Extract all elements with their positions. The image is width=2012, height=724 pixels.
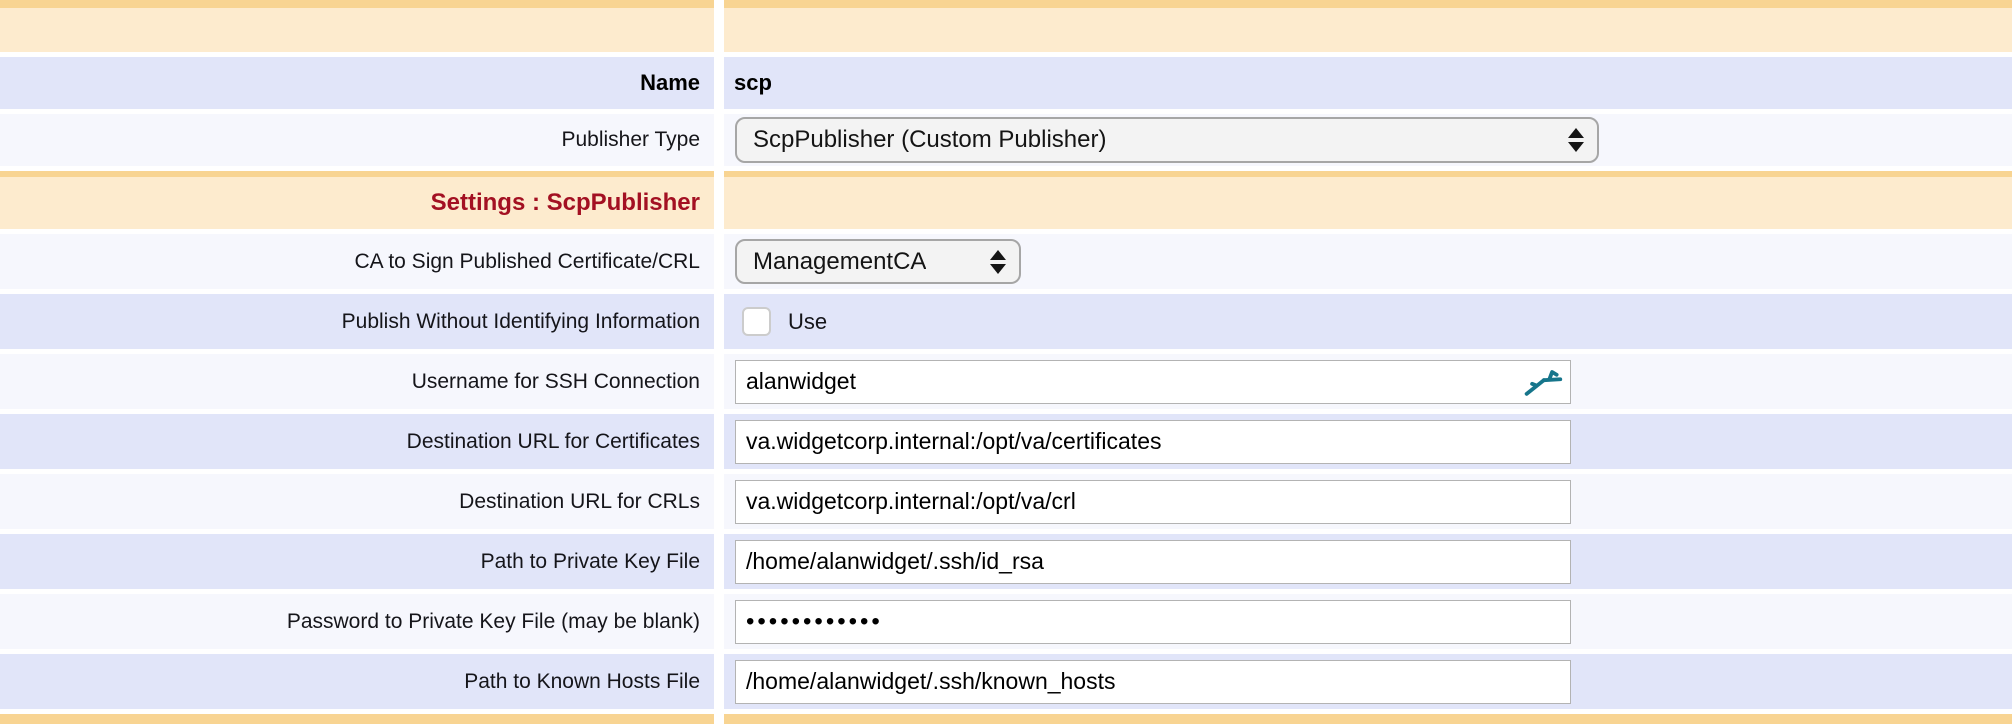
chevron-down-icon bbox=[1568, 142, 1584, 152]
next-section-edge-right bbox=[724, 714, 2012, 724]
dest-certs-value-cell bbox=[724, 414, 2012, 469]
known-hosts-path-label: Path to Known Hosts File bbox=[464, 670, 700, 694]
dest-certs-input[interactable] bbox=[735, 420, 1571, 464]
anonymous-publish-label-cell: Publish Without Identifying Information bbox=[0, 294, 714, 349]
publisher-type-value-cell: ScpPublisher (Custom Publisher) bbox=[724, 114, 2012, 166]
select-arrows-icon bbox=[990, 250, 1006, 274]
chevron-down-icon bbox=[990, 264, 1006, 274]
next-section-edge-left bbox=[0, 714, 714, 724]
private-key-password-input-wrap bbox=[735, 600, 1571, 644]
ca-label: CA to Sign Published Certificate/CRL bbox=[354, 250, 700, 274]
select-arrows-icon bbox=[1568, 128, 1584, 152]
dest-certs-label: Destination URL for Certificates bbox=[407, 430, 700, 454]
private-key-path-label-cell: Path to Private Key File bbox=[0, 534, 714, 589]
use-checkbox[interactable] bbox=[742, 307, 771, 336]
dest-crls-value-cell bbox=[724, 474, 2012, 529]
ssh-username-input[interactable] bbox=[735, 360, 1571, 404]
publisher-edit-form: Name scp Publisher Type ScpPublisher (Cu… bbox=[0, 0, 2012, 724]
dest-certs-label-cell: Destination URL for Certificates bbox=[0, 414, 714, 469]
name-value-cell: scp bbox=[724, 57, 2012, 109]
settings-heading-spacer bbox=[724, 171, 2012, 229]
dest-crls-input-wrap bbox=[735, 480, 1571, 524]
anonymous-publish-label: Publish Without Identifying Information bbox=[342, 310, 700, 334]
chevron-up-icon bbox=[1568, 128, 1584, 138]
dest-crls-label: Destination URL for CRLs bbox=[459, 490, 700, 514]
name-label: Name bbox=[640, 70, 700, 96]
ssh-username-value-cell bbox=[724, 354, 2012, 409]
dest-crls-label-cell: Destination URL for CRLs bbox=[0, 474, 714, 529]
ca-selected-option: ManagementCA bbox=[753, 248, 926, 276]
dashlane-autofill-icon[interactable] bbox=[1523, 366, 1563, 398]
publisher-type-label-cell: Publisher Type bbox=[0, 114, 714, 166]
known-hosts-path-input-wrap bbox=[735, 660, 1571, 704]
known-hosts-path-label-cell: Path to Known Hosts File bbox=[0, 654, 714, 709]
settings-heading-cell: Settings : ScpPublisher bbox=[0, 171, 714, 229]
private-key-password-value-cell bbox=[724, 594, 2012, 649]
private-key-path-label: Path to Private Key File bbox=[481, 550, 700, 574]
name-value: scp bbox=[734, 70, 772, 96]
private-key-path-value-cell bbox=[724, 534, 2012, 589]
private-key-password-label: Password to Private Key File (may be bla… bbox=[287, 610, 700, 634]
settings-heading: Settings : ScpPublisher bbox=[431, 189, 700, 217]
dest-certs-input-wrap bbox=[735, 420, 1571, 464]
anonymous-publish-value-cell: Use bbox=[724, 294, 2012, 349]
private-key-password-input[interactable] bbox=[735, 600, 1571, 644]
ssh-username-label: Username for SSH Connection bbox=[412, 370, 700, 394]
known-hosts-path-input[interactable] bbox=[735, 660, 1571, 704]
publisher-type-select[interactable]: ScpPublisher (Custom Publisher) bbox=[735, 117, 1599, 163]
private-key-path-input-wrap bbox=[735, 540, 1571, 584]
private-key-password-label-cell: Password to Private Key File (may be bla… bbox=[0, 594, 714, 649]
section-spacer-right bbox=[724, 0, 2012, 52]
ca-label-cell: CA to Sign Published Certificate/CRL bbox=[0, 234, 714, 289]
ssh-username-input-wrap bbox=[735, 360, 1571, 404]
ca-select[interactable]: ManagementCA bbox=[735, 239, 1021, 284]
use-checkbox-label[interactable]: Use bbox=[788, 309, 827, 335]
dest-crls-input[interactable] bbox=[735, 480, 1571, 524]
name-label-cell: Name bbox=[0, 57, 714, 109]
chevron-up-icon bbox=[990, 250, 1006, 260]
ssh-username-label-cell: Username for SSH Connection bbox=[0, 354, 714, 409]
publisher-type-label: Publisher Type bbox=[561, 128, 700, 152]
private-key-path-input[interactable] bbox=[735, 540, 1571, 584]
section-spacer-left bbox=[0, 0, 714, 52]
publisher-type-selected-option: ScpPublisher (Custom Publisher) bbox=[753, 126, 1106, 154]
ca-value-cell: ManagementCA bbox=[724, 234, 2012, 289]
known-hosts-path-value-cell bbox=[724, 654, 2012, 709]
